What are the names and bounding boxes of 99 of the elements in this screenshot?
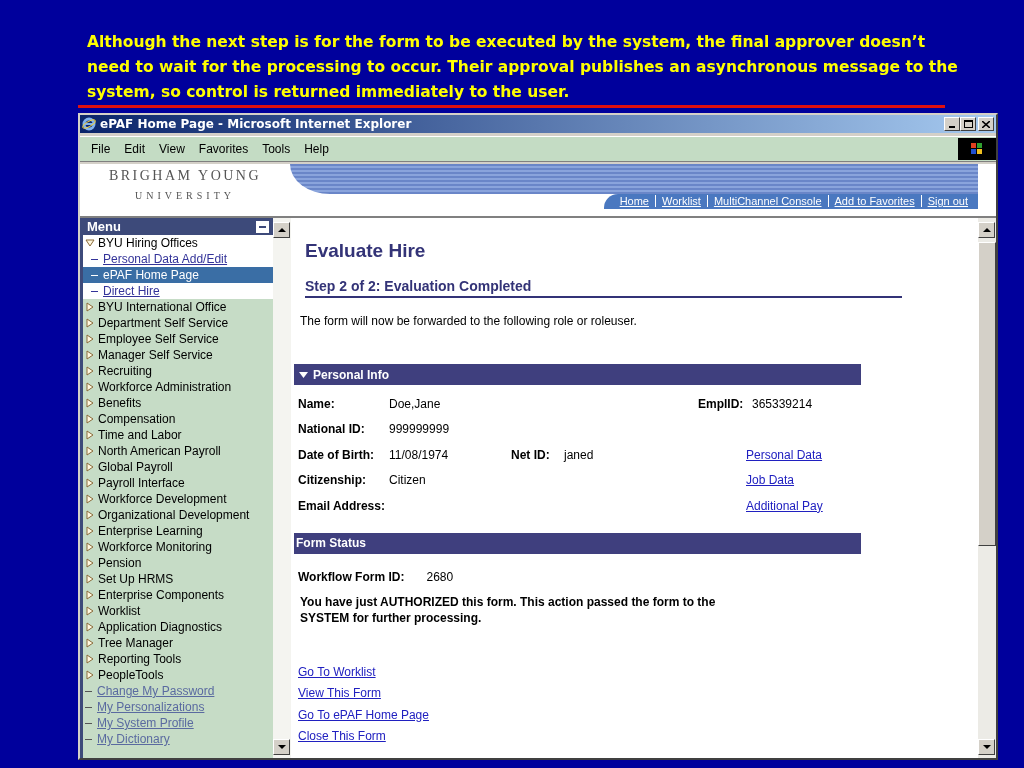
nav-link[interactable]: Worklist	[655, 195, 707, 207]
dash-icon	[85, 722, 92, 724]
scroll-down-button[interactable]	[273, 739, 290, 755]
minimize-button[interactable]	[944, 117, 960, 131]
windows-logo-icon	[958, 138, 996, 160]
nav-link[interactable]: Sign out	[920, 195, 974, 207]
field-label: Email Address:	[298, 498, 386, 513]
dash-icon	[91, 274, 98, 276]
menu-item[interactable]: File	[84, 142, 118, 156]
menu-folder[interactable]: Workforce Administration	[83, 379, 273, 395]
scrollbar-thumb[interactable]	[978, 242, 996, 546]
menu-folder[interactable]: Pension	[83, 555, 273, 571]
field-value: janed	[564, 447, 595, 462]
field-label: Net ID:	[511, 447, 551, 462]
field-value: 11/08/1974	[389, 447, 450, 462]
collapse-button[interactable]	[256, 220, 269, 233]
nav-link[interactable]: Add to Favorites	[827, 195, 921, 207]
dash-icon	[85, 738, 92, 740]
menu-folder[interactable]: Workforce Monitoring	[83, 539, 273, 555]
dash-icon	[85, 706, 92, 708]
intro-text: The form will now be forwarded to the following role or roleuser.	[300, 314, 637, 328]
field-label: Citizenship:	[298, 473, 367, 488]
menu-link[interactable]: My System Profile	[83, 715, 273, 731]
scroll-up-button[interactable]	[273, 222, 290, 238]
menu-folder[interactable]: Recruiting	[83, 363, 273, 379]
menu-folder[interactable]: Manager Self Service	[83, 347, 273, 363]
menu-folder[interactable]: Benefits	[83, 395, 273, 411]
menu-folder[interactable]: Organizational Development	[83, 507, 273, 523]
scrollbar[interactable]	[978, 218, 996, 758]
menu-item[interactable]: Tools	[255, 142, 298, 156]
dash-icon	[91, 258, 98, 260]
step-heading: Step 2 of 2: Evaluation Completed	[305, 278, 902, 298]
menu-item[interactable]: View	[152, 142, 192, 156]
menu-folder[interactable]: Payroll Interface	[83, 475, 273, 491]
field-label: National ID:	[298, 422, 366, 437]
menu-folder[interactable]: PeopleTools	[83, 667, 273, 683]
logo-subtitle: UNIVERSITY	[135, 190, 235, 201]
field-value: 2680	[426, 569, 454, 584]
action-link[interactable]: View This Form	[298, 685, 429, 702]
browser-icon	[82, 117, 96, 131]
field-label: Workflow Form ID:	[298, 569, 405, 584]
scroll-up-button[interactable]	[978, 222, 995, 238]
close-icon	[982, 120, 990, 128]
field-value: Doe,Jane	[389, 396, 442, 411]
menu-folder[interactable]: Time and Labor	[83, 427, 273, 443]
action-link[interactable]: Go To ePAF Home Page	[298, 706, 429, 723]
minimize-icon	[949, 126, 955, 128]
menu-folder[interactable]: Global Payroll	[83, 459, 273, 475]
nav-link[interactable]: MultiChannel Console	[706, 195, 828, 207]
menu-folder[interactable]: BYU International Office	[83, 299, 273, 315]
menu-folder[interactable]: Employee Self Service	[83, 331, 273, 347]
section-header: Form Status	[294, 532, 861, 554]
menu-folder[interactable]: North American Payroll	[83, 443, 273, 459]
close-button[interactable]	[978, 117, 994, 131]
menu-link[interactable]: My Personalizations	[83, 699, 273, 715]
field-value: 999999999	[389, 422, 451, 437]
section-header[interactable]: Personal Info	[294, 364, 861, 385]
menu-title: Menu	[87, 219, 121, 234]
field-value: 365339214	[752, 396, 814, 411]
maximize-button[interactable]	[960, 117, 976, 131]
menu-item[interactable]: Help	[297, 142, 336, 156]
window-title: ePAF Home Page - Microsoft Internet Explorer	[100, 117, 412, 131]
menu-folder[interactable]: Application Diagnostics	[83, 619, 273, 635]
menu-folder[interactable]: Compensation	[83, 411, 273, 427]
scrollbar[interactable]	[273, 218, 291, 758]
menu-folder[interactable]: Set Up HRMS	[83, 571, 273, 587]
field-label: Date of Birth:	[298, 447, 375, 462]
menu-item[interactable]: Edit	[117, 142, 153, 156]
menu-link[interactable]: Personal Data Add/Edit	[83, 251, 273, 267]
maximize-icon	[963, 120, 973, 128]
menu-item[interactable]: Favorites	[191, 142, 256, 156]
menu-folder[interactable]: Workforce Development	[83, 491, 273, 507]
field-label: Name:	[298, 396, 336, 411]
menu-folder[interactable]: Enterprise Components	[83, 587, 273, 603]
data-link[interactable]: Job Data	[746, 473, 795, 488]
dash-icon	[91, 290, 98, 292]
caption-text: Although the next step is for the form to be executed by the system, the final approver doesn’t need to wait for the processing to occur. Their approval publishes an asynchronous message to the system, so control is returned immediately to the user.	[87, 32, 959, 103]
nav-link[interactable]: Home	[613, 195, 655, 207]
data-link[interactable]: Additional Pay	[746, 498, 823, 513]
menu-folder[interactable]: Enterprise Learning	[83, 523, 273, 539]
menu-folder[interactable]: Worklist	[83, 603, 273, 619]
dash-icon	[85, 690, 92, 692]
menu-folder[interactable]: Department Self Service	[83, 315, 273, 331]
menu-link[interactable]: ePAF Home Page	[83, 267, 273, 283]
action-link[interactable]: Close This Form	[298, 728, 429, 745]
scroll-down-button[interactable]	[978, 739, 995, 755]
menu-folder[interactable]: Tree Manager	[83, 635, 273, 651]
status-message: You have just AUTHORIZED this form. This action passed the form to the SYSTEM for further processing.	[300, 593, 717, 626]
menu-folder[interactable]: Reporting Tools	[83, 651, 273, 667]
menu-link[interactable]: Direct Hire	[83, 283, 273, 299]
action-link[interactable]: Go To Worklist	[298, 663, 429, 680]
field-value: Citizen	[389, 473, 427, 488]
menu-link[interactable]: My Dictionary	[83, 731, 273, 747]
logo-wordmark: BRIGHAM YOUNG	[108, 168, 262, 184]
page-title: Evaluate Hire	[305, 240, 426, 262]
menu-link[interactable]: Change My Password	[83, 683, 273, 699]
data-link[interactable]: Personal Data	[746, 447, 823, 462]
field-label: EmplID:	[698, 396, 745, 411]
menu-folder[interactable]: BYU Hiring Offices	[83, 235, 273, 251]
